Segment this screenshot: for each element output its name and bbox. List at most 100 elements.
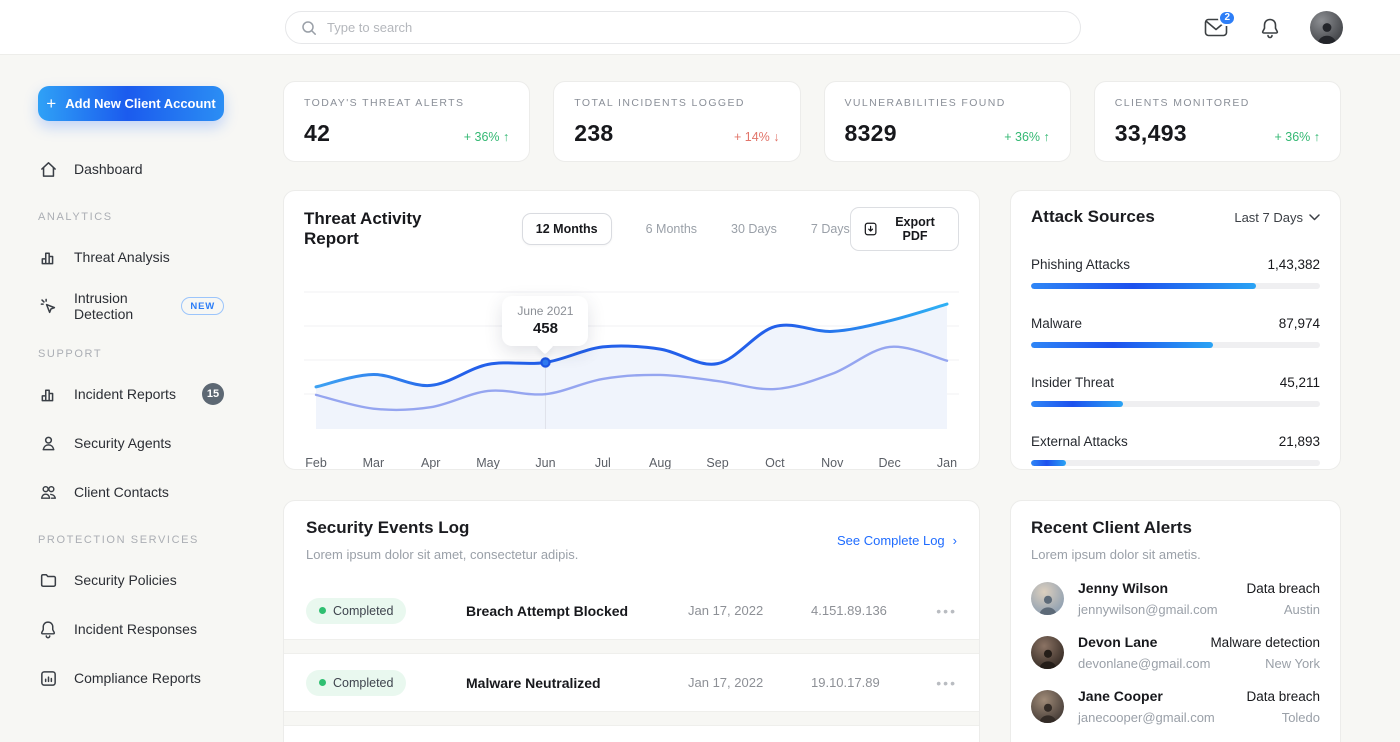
- sidebar-item-compliance-reports[interactable]: Compliance Reports: [38, 666, 224, 690]
- alert-row: Devon Lane devonlane@gmail.com Malware d…: [1031, 634, 1320, 671]
- sidebar-item-incident-responses[interactable]: Incident Responses: [38, 617, 224, 641]
- stat-label: Total Incidents Logged: [574, 97, 779, 109]
- tooltip-label: June 2021: [508, 304, 582, 318]
- section-label-analytics: Analytics: [38, 211, 224, 223]
- x-axis-label: Sep: [706, 456, 728, 470]
- threat-activity-card: Threat Activity Report 12 Months 6 Month…: [283, 190, 980, 470]
- alerts-title: Recent Client Alerts: [1031, 518, 1320, 538]
- event-date: Jan 17, 2022: [688, 603, 811, 618]
- line-chart-svg: [304, 291, 959, 429]
- section-label-support: Support: [38, 348, 224, 360]
- home-icon: [38, 159, 58, 179]
- stat-value: 8329: [845, 120, 897, 147]
- chart-tooltip: June 2021 458: [502, 296, 588, 346]
- export-pdf-button[interactable]: Export PDF: [850, 207, 959, 251]
- status-badge: Completed: [306, 670, 406, 696]
- add-new-client-button[interactable]: + Add New Client Account: [38, 86, 224, 121]
- search-icon: [301, 20, 317, 36]
- x-axis-label: Nov: [821, 456, 843, 470]
- event-row: Completed Breach Attempt Blocked Jan 17,…: [284, 582, 979, 639]
- sidebar-item-incident-reports[interactable]: Incident Reports 15: [38, 382, 224, 406]
- range-dropdown[interactable]: Last 7 Days: [1234, 210, 1320, 225]
- chevron-down-icon: [1309, 214, 1320, 221]
- x-axis-label: Aug: [649, 456, 671, 470]
- sidebar: + Add New Client Account Dashboard Analy…: [0, 55, 283, 742]
- status-dot-icon: [319, 679, 326, 686]
- events-subtitle: Lorem ipsum dolor sit amet, consectetur …: [306, 547, 578, 562]
- attack-source-item: External Attacks21,893: [1031, 434, 1320, 466]
- user-icon: [38, 433, 58, 453]
- arrow-up-icon: ↑: [1044, 130, 1050, 144]
- stat-label: Today's Threat Alerts: [304, 97, 509, 109]
- progress-fill: [1031, 283, 1256, 289]
- alert-row: Jane Cooper janecooper@gmail.com Data br…: [1031, 688, 1320, 725]
- status-badge: Completed: [306, 598, 406, 624]
- client-email: jennywilson@gmail.com: [1078, 602, 1218, 617]
- alert-city: New York: [1210, 656, 1320, 671]
- row-menu-icon[interactable]: •••: [917, 675, 957, 691]
- attack-sources-list: Phishing Attacks1,43,382 Malware87,974 I…: [1031, 257, 1320, 466]
- x-axis-label: Jul: [595, 456, 611, 470]
- security-events-card: Security Events Log Lorem ipsum dolor si…: [283, 500, 980, 742]
- alert-type: Malware detection: [1210, 635, 1320, 650]
- client-avatar: [1031, 690, 1064, 723]
- client-avatar: [1031, 636, 1064, 669]
- stat-value: 238: [574, 120, 613, 147]
- x-axis-label: May: [476, 456, 500, 470]
- sidebar-item-security-agents[interactable]: Security Agents: [38, 431, 224, 455]
- row-separator: [284, 711, 979, 726]
- tab-7-days[interactable]: 7 Days: [811, 222, 850, 236]
- x-axis-label: Mar: [363, 456, 385, 470]
- client-avatar: [1031, 582, 1064, 615]
- chevron-right-icon: ›: [953, 533, 957, 548]
- cursor-click-icon: [38, 296, 58, 316]
- event-row: Completed Malware Neutralized Jan 17, 20…: [284, 654, 979, 711]
- x-axis-label: Jan: [937, 456, 957, 470]
- sidebar-item-threat-analysis[interactable]: Threat Analysis: [38, 245, 224, 269]
- tab-6-months[interactable]: 6 Months: [646, 222, 697, 236]
- bell-icon: [1260, 17, 1280, 39]
- progress-track: [1031, 283, 1320, 289]
- search-bar[interactable]: [285, 11, 1081, 44]
- event-name: Breach Attempt Blocked: [466, 603, 688, 619]
- tab-30-days[interactable]: 30 Days: [731, 222, 777, 236]
- x-axis-label: Feb: [305, 456, 327, 470]
- incident-count-badge: 15: [202, 383, 224, 405]
- client-email: janecooper@gmail.com: [1078, 710, 1215, 725]
- sidebar-item-client-contacts[interactable]: Client Contacts: [38, 480, 224, 504]
- folder-icon: [38, 570, 58, 590]
- search-input[interactable]: [327, 20, 1065, 35]
- status-dot-icon: [319, 607, 326, 614]
- see-complete-log-link[interactable]: See Complete Log ›: [837, 518, 957, 562]
- event-ip: 4.151.89.136: [811, 603, 917, 618]
- stat-label: Vulnerabilities Found: [845, 97, 1050, 109]
- plus-icon: +: [46, 95, 56, 112]
- mail-button[interactable]: 2: [1202, 14, 1230, 42]
- progress-track: [1031, 342, 1320, 348]
- notifications-button[interactable]: [1256, 14, 1284, 42]
- main-content: Today's Threat Alerts 42 + 36% ↑ Total I…: [283, 55, 1341, 742]
- progress-track: [1031, 401, 1320, 407]
- alert-city: Toledo: [1246, 710, 1320, 725]
- progress-track: [1031, 460, 1320, 466]
- sidebar-item-security-policies[interactable]: Security Policies: [38, 568, 224, 592]
- row-menu-icon[interactable]: •••: [917, 603, 957, 619]
- alert-row: Jenny Wilson jennywilson@gmail.com Data …: [1031, 580, 1320, 617]
- user-avatar[interactable]: [1310, 11, 1343, 44]
- progress-fill: [1031, 401, 1123, 407]
- client-alerts-card: Recent Client Alerts Lorem ipsum dolor s…: [1010, 500, 1341, 742]
- arrow-up-icon: ↑: [503, 130, 509, 144]
- client-email: devonlane@gmail.com: [1078, 656, 1210, 671]
- stats-row: Today's Threat Alerts 42 + 36% ↑ Total I…: [283, 81, 1341, 162]
- section-label-protection-services: Protection Services: [38, 534, 224, 546]
- stat-value: 33,493: [1115, 120, 1187, 147]
- sidebar-item-dashboard[interactable]: Dashboard: [38, 157, 224, 181]
- tab-12-months[interactable]: 12 Months: [522, 213, 612, 245]
- x-axis-label: Oct: [765, 456, 784, 470]
- threat-activity-chart: June 2021 458 FebMarAprMayJunJulAugSepOc…: [304, 291, 959, 470]
- stat-delta: + 14% ↓: [734, 130, 780, 147]
- new-badge: NEW: [181, 297, 224, 315]
- sidebar-item-intrusion-detection[interactable]: Intrusion Detection NEW: [38, 294, 224, 318]
- top-bar: 2: [0, 0, 1400, 55]
- event-name: Malware Neutralized: [466, 675, 688, 691]
